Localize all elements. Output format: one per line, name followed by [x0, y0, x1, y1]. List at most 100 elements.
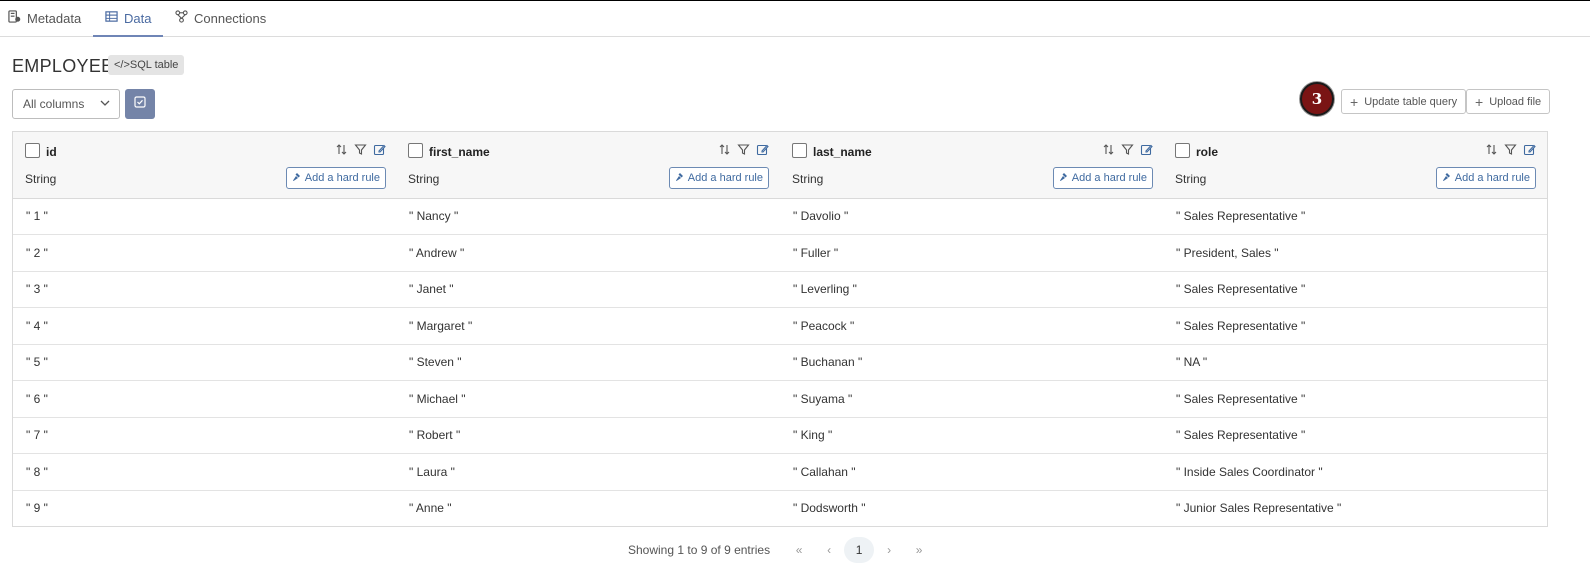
table-row[interactable]: " 2 " " Andrew " " Fuller " " President, Sa…	[13, 235, 1547, 272]
prev-page-button[interactable]: ‹	[814, 537, 844, 563]
column-checkbox[interactable]	[1175, 143, 1190, 158]
table-cell: " Andrew "	[409, 245, 465, 260]
add-hard-rule-button[interactable]: Add a hard rule	[1052, 167, 1153, 189]
hammer-icon	[675, 172, 685, 185]
table-cell: " Peacock "	[793, 318, 855, 333]
filter-icon[interactable]	[1121, 143, 1134, 156]
table-cell: " Anne "	[409, 501, 452, 515]
table-cell: " 5 "	[26, 355, 48, 369]
sort-icon[interactable]	[1485, 143, 1498, 156]
column-name: last_name	[813, 145, 872, 159]
hammer-icon	[292, 172, 302, 185]
update-table-query-button[interactable]: + Update table query	[1341, 89, 1467, 114]
table-cell: " Fuller "	[793, 245, 839, 260]
tab-metadata-label: Metadata	[27, 10, 82, 26]
data-table: id String Add a hard rule first_name Str…	[12, 131, 1548, 527]
table-cell: " Sales Representative "	[1176, 391, 1306, 406]
table-row[interactable]: " 9 " " Anne " " Dodsworth " " Junior Sales…	[13, 490, 1547, 526]
apply-columns-button[interactable]	[125, 89, 155, 119]
table-row[interactable]: " 3 " " Janet " " Leverling " " Sales Repre…	[13, 271, 1547, 308]
add-hard-rule-button[interactable]: Add a hard rule	[1435, 167, 1536, 189]
table-cell: " 2 "	[26, 245, 48, 260]
table-row[interactable]: " 4 " " Margaret " " Peacock " " Sales Repr…	[13, 308, 1547, 345]
column-header-first-name: first_name String Add a hard rule	[396, 132, 779, 198]
check-square-icon	[134, 95, 146, 113]
metadata-icon	[8, 10, 21, 26]
table-cell: " Sales Representative "	[1176, 428, 1306, 442]
table-row[interactable]: " 7 " " Robert " " King " " Sales Represent…	[13, 417, 1547, 454]
table-cell: " President, Sales "	[1176, 245, 1279, 260]
table-cell: " 7 "	[26, 428, 48, 442]
add-hard-rule-label: Add a hard rule	[1071, 172, 1147, 184]
tab-connections[interactable]: Connections	[175, 0, 266, 36]
tab-data[interactable]: Data	[92, 0, 165, 37]
table-cell: " Margaret "	[409, 318, 473, 333]
column-name: first_name	[429, 145, 490, 159]
column-type: String	[408, 172, 440, 186]
current-page-button[interactable]: 1	[844, 537, 875, 563]
column-name: role	[1196, 145, 1219, 159]
column-checkbox[interactable]	[792, 143, 807, 158]
table-cell: " Leverling "	[793, 282, 857, 296]
table-cell: " 1 "	[26, 209, 48, 223]
add-hard-rule-label: Add a hard rule	[304, 172, 380, 184]
column-checkbox[interactable]	[25, 143, 40, 158]
table-cell: " Janet "	[409, 282, 454, 296]
chevron-down-icon	[99, 97, 111, 112]
table-cell: " Steven "	[409, 355, 462, 369]
table-row[interactable]: " 5 " " Steven " " Buchanan " " NA "	[13, 344, 1547, 381]
update-table-query-label: Update table query	[1364, 95, 1458, 108]
table-cell: " King "	[793, 428, 833, 442]
edit-icon[interactable]	[373, 143, 386, 156]
table-cell: " Sales Representative "	[1176, 282, 1306, 296]
table-cell: " Suyama "	[793, 391, 853, 406]
last-page-button[interactable]: »	[904, 537, 934, 563]
sort-icon[interactable]	[335, 143, 348, 156]
column-name: id	[46, 145, 57, 159]
edit-icon[interactable]	[756, 143, 769, 156]
table-cell: " Buchanan "	[793, 355, 863, 369]
table-cell: " Nancy "	[409, 209, 459, 223]
column-type: String	[25, 172, 57, 186]
sql-table-badge: </>SQL table	[108, 55, 185, 75]
add-hard-rule-label: Add a hard rule	[687, 172, 763, 184]
tab-connections-label: Connections	[194, 10, 267, 26]
connections-icon	[175, 10, 188, 26]
filter-icon[interactable]	[354, 143, 367, 156]
tab-bar: Metadata Data Connections	[0, 0, 1590, 37]
next-page-button[interactable]: ›	[874, 537, 904, 563]
filter-icon[interactable]	[1504, 143, 1517, 156]
table-row[interactable]: " 1 " " Nancy " " Davolio " " Sales Represe…	[13, 198, 1547, 235]
column-select-value: All columns	[23, 97, 85, 111]
table-cell: " Michael "	[409, 391, 466, 406]
table-row[interactable]: " 8 " " Laura " " Callahan " " Inside Sales…	[13, 454, 1547, 491]
table-icon	[105, 10, 118, 26]
table-cell: " Callahan "	[793, 464, 856, 479]
sort-icon[interactable]	[718, 143, 731, 156]
add-hard-rule-button[interactable]: Add a hard rule	[285, 167, 386, 189]
column-header-role: role String Add a hard rule	[1163, 132, 1546, 198]
add-hard-rule-label: Add a hard rule	[1454, 172, 1530, 184]
edit-icon[interactable]	[1140, 143, 1153, 156]
table-row[interactable]: " 6 " " Michael " " Suyama " " Sales Repres…	[13, 381, 1547, 418]
column-checkbox[interactable]	[408, 143, 423, 158]
column-select[interactable]: All columns	[12, 89, 120, 119]
edit-icon[interactable]	[1523, 143, 1536, 156]
tab-metadata[interactable]: Metadata	[8, 0, 81, 36]
sort-icon[interactable]	[1102, 143, 1115, 156]
table-cell: " Laura "	[409, 464, 455, 479]
upload-file-button[interactable]: + Upload file	[1466, 89, 1551, 114]
column-header-id: id String Add a hard rule	[13, 132, 396, 198]
table-cell: " 3 "	[26, 282, 48, 296]
column-header-last-name: last_name String Add a hard rule	[780, 132, 1163, 198]
first-page-button[interactable]: «	[784, 537, 814, 563]
column-type: String	[1175, 172, 1207, 186]
column-type: String	[792, 172, 824, 186]
table-cell: " 6 "	[26, 391, 48, 406]
tab-data-label: Data	[124, 10, 152, 26]
plus-icon: +	[1350, 93, 1359, 110]
filter-icon[interactable]	[737, 143, 750, 156]
add-hard-rule-button[interactable]: Add a hard rule	[668, 167, 769, 189]
table-cell: " 8 "	[26, 464, 48, 479]
table-cell: " NA "	[1176, 355, 1208, 369]
